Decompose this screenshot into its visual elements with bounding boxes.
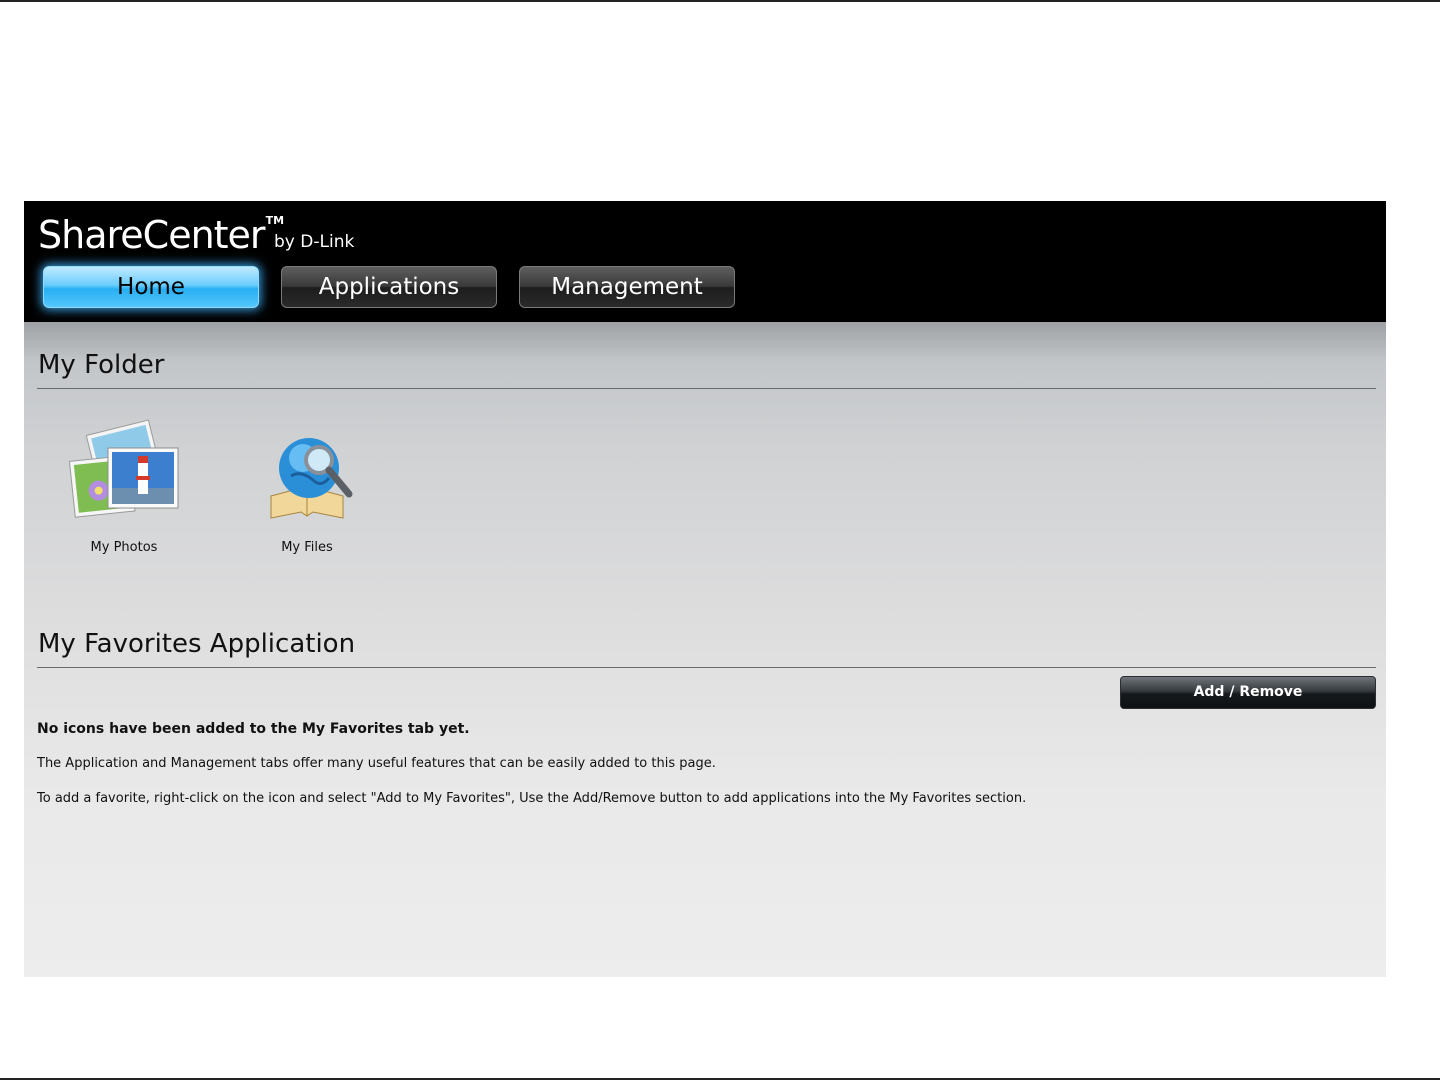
my-files-tile[interactable]: My Files xyxy=(237,418,377,555)
my-favorites-title: My Favorites Application xyxy=(38,629,356,659)
my-files-label: My Files xyxy=(281,540,333,555)
globe-magnifier-book-icon xyxy=(270,438,353,519)
my-folder-title: My Folder xyxy=(38,350,165,380)
brand-logo: ShareCenter TM by D-Link xyxy=(38,213,354,257)
brand-by-line: by D-Link xyxy=(274,232,355,252)
favorites-help-line-2: To add a favorite, right-click on the ic… xyxy=(37,791,1027,806)
brand-trademark: TM xyxy=(265,214,285,227)
my-photos-tile[interactable]: My Photos xyxy=(54,418,194,555)
favorites-help-line-1: The Application and Management tabs offe… xyxy=(37,756,716,771)
brand-name: ShareCenter xyxy=(38,213,266,257)
tab-applications[interactable]: Applications xyxy=(281,266,497,308)
home-content: My Folder My Photos My Files My Favorite… xyxy=(24,322,1386,977)
page-top-rule xyxy=(0,0,1440,2)
favorites-empty-title: No icons have been added to the My Favor… xyxy=(37,721,470,737)
header-bar: ShareCenter TM by D-Link Home Applicatio… xyxy=(24,201,1386,322)
tab-home[interactable]: Home xyxy=(43,266,259,308)
photos-icon xyxy=(68,419,179,518)
add-remove-button[interactable]: Add / Remove xyxy=(1120,676,1376,709)
sharecenter-window: ShareCenter TM by D-Link Home Applicatio… xyxy=(24,201,1386,977)
page-bottom-rule xyxy=(0,1078,1440,1080)
tab-management[interactable]: Management xyxy=(519,266,735,308)
my-photos-label: My Photos xyxy=(90,540,158,555)
my-folder-divider xyxy=(37,388,1376,389)
my-favorites-divider xyxy=(37,667,1376,668)
